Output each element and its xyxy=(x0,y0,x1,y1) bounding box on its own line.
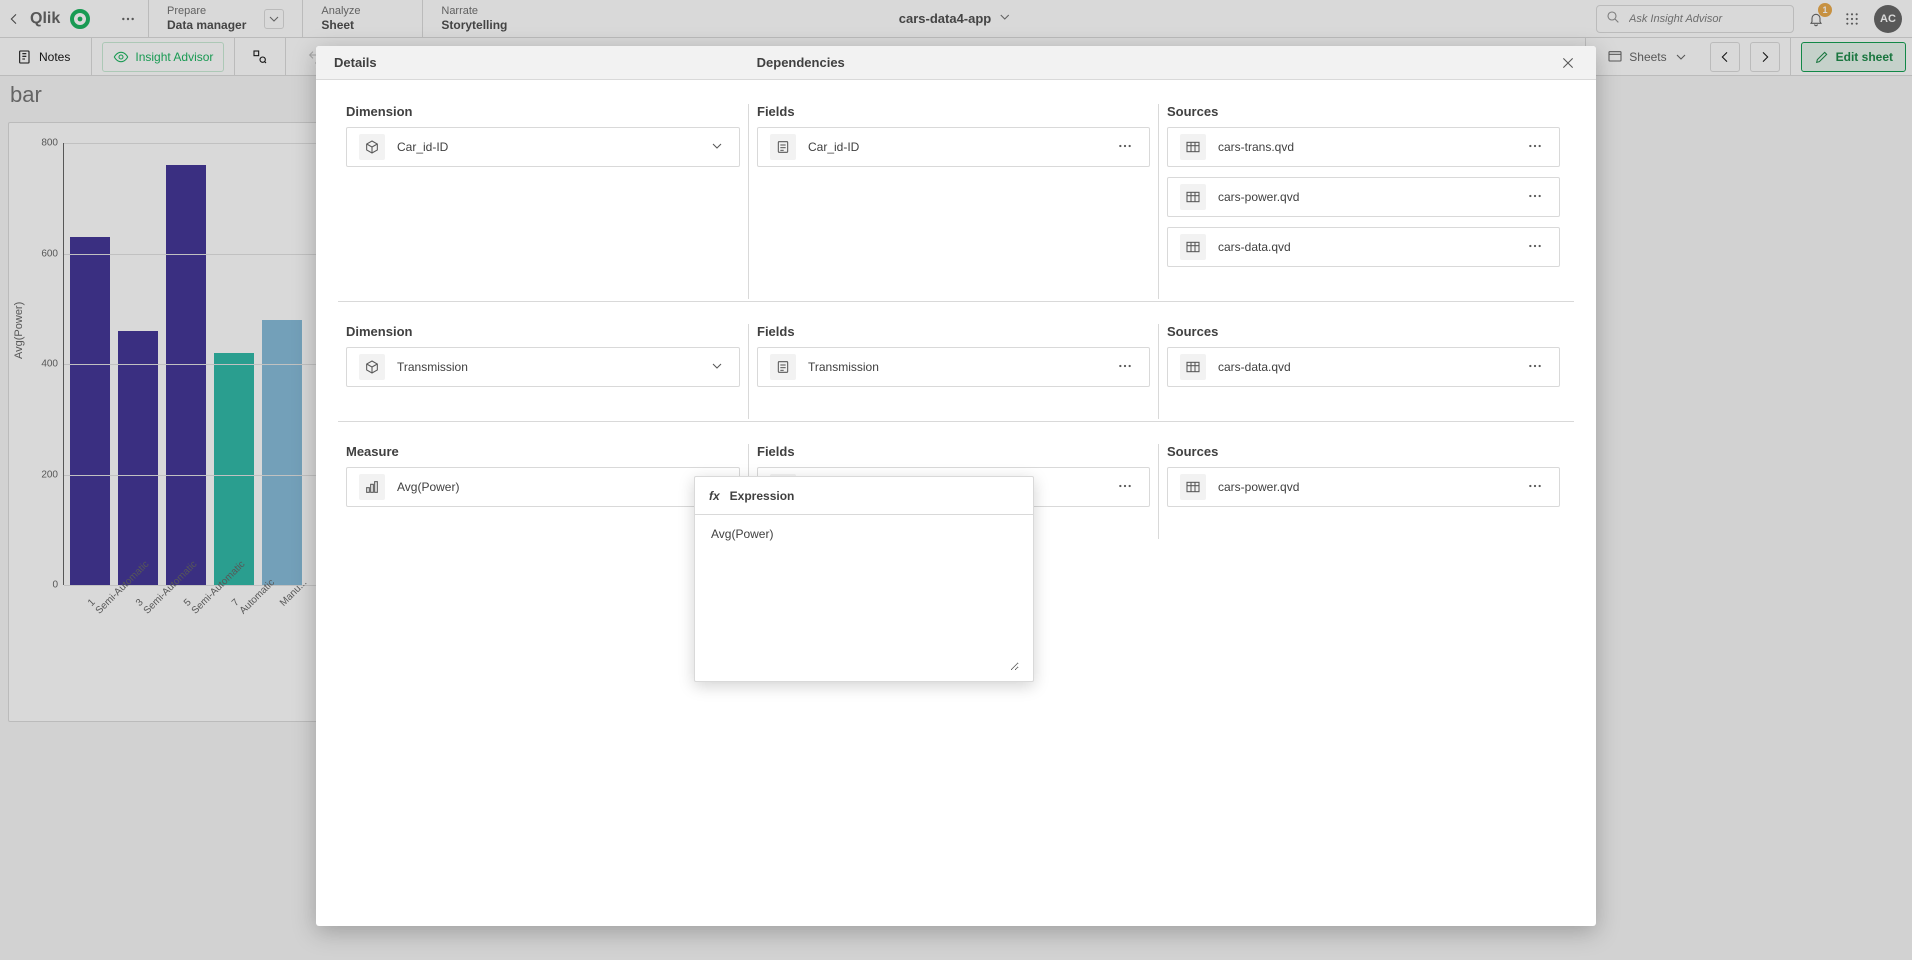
more-horizontal-icon xyxy=(1527,478,1543,494)
modal-title-dependencies: Dependencies xyxy=(757,55,845,70)
source-card-label: cars-data.qvd xyxy=(1218,360,1511,374)
field-card-label: Transmission xyxy=(808,360,1101,374)
modal-close-button[interactable] xyxy=(1558,53,1578,73)
dimension-card-label: Transmission xyxy=(397,360,695,374)
source-card-label: cars-power.qvd xyxy=(1218,480,1511,494)
expression-popover-title: Expression xyxy=(730,489,795,503)
table-icon xyxy=(1180,184,1206,210)
table-icon xyxy=(1180,354,1206,380)
cube-icon xyxy=(359,134,385,160)
row-divider xyxy=(338,301,1574,302)
field-card-label: Car_id-ID xyxy=(808,140,1101,154)
chevron-down-icon xyxy=(709,358,725,374)
source-card[interactable]: cars-power.qvd xyxy=(1167,467,1560,507)
more-horizontal-icon xyxy=(1527,238,1543,254)
dependency-measure-column: Measure Avg(Power) xyxy=(338,444,748,539)
source-card-more[interactable] xyxy=(1523,476,1547,499)
source-card[interactable]: cars-trans.qvd xyxy=(1167,127,1560,167)
more-horizontal-icon xyxy=(1117,138,1133,154)
field-card-more[interactable] xyxy=(1113,356,1137,379)
dependency-dimension-column: Dimension Transmission xyxy=(338,324,748,419)
field-card[interactable]: Transmission xyxy=(757,347,1150,387)
field-icon xyxy=(770,134,796,160)
field-card-more[interactable] xyxy=(1113,476,1137,499)
expression-popover-header: fx Expression xyxy=(695,477,1033,515)
table-icon xyxy=(1180,134,1206,160)
dependency-dimension-column: Dimension Car_id-ID xyxy=(338,104,748,299)
details-modal: Details Dependencies Dimension Car_id-ID xyxy=(316,46,1596,926)
dependency-label-dimension: Dimension xyxy=(346,324,740,339)
source-card-more[interactable] xyxy=(1523,236,1547,259)
field-icon xyxy=(770,354,796,380)
dependency-label-dimension: Dimension xyxy=(346,104,740,119)
measure-card[interactable]: Avg(Power) xyxy=(346,467,740,507)
measure-card-label: Avg(Power) xyxy=(397,480,695,494)
dependency-row: Dimension Transmission Fields Transmissi… xyxy=(338,324,1574,419)
source-card-label: cars-power.qvd xyxy=(1218,190,1511,204)
dependency-label-sources: Sources xyxy=(1167,104,1560,119)
source-card[interactable]: cars-data.qvd xyxy=(1167,347,1560,387)
dependency-sources-column: Sources cars-trans.qvd cars-power.qvd ca… xyxy=(1158,104,1568,299)
table-icon xyxy=(1180,234,1206,260)
expression-popover: fx Expression xyxy=(694,476,1034,682)
fx-icon: fx xyxy=(709,489,720,503)
expression-popover-body xyxy=(695,515,1033,681)
modal-title-details: Details xyxy=(334,55,377,70)
dependency-row: Dimension Car_id-ID Fields xyxy=(338,104,1574,299)
source-card-more[interactable] xyxy=(1523,186,1547,209)
dependency-sources-column: Sources cars-data.qvd xyxy=(1158,324,1568,419)
chevron-down-icon xyxy=(709,138,725,154)
more-horizontal-icon xyxy=(1117,478,1133,494)
cube-icon xyxy=(359,354,385,380)
source-card-label: cars-trans.qvd xyxy=(1218,140,1511,154)
dependency-fields-column: Fields Car_id-ID xyxy=(748,104,1158,299)
source-card-label: cars-data.qvd xyxy=(1218,240,1511,254)
dimension-card[interactable]: Car_id-ID xyxy=(346,127,740,167)
source-card-more[interactable] xyxy=(1523,136,1547,159)
source-card[interactable]: cars-power.qvd xyxy=(1167,177,1560,217)
field-card-more[interactable] xyxy=(1113,136,1137,159)
dependency-label-measure: Measure xyxy=(346,444,740,459)
table-icon xyxy=(1180,474,1206,500)
dimension-card[interactable]: Transmission xyxy=(346,347,740,387)
more-horizontal-icon xyxy=(1117,358,1133,374)
source-card-more[interactable] xyxy=(1523,356,1547,379)
modal-header: Details Dependencies xyxy=(316,46,1596,80)
dependency-label-sources: Sources xyxy=(1167,444,1560,459)
more-horizontal-icon xyxy=(1527,188,1543,204)
dependency-sources-column: Sources cars-power.qvd xyxy=(1158,444,1568,539)
dimension-expand-toggle[interactable] xyxy=(707,356,727,379)
close-icon xyxy=(1560,55,1576,71)
expression-textarea[interactable] xyxy=(709,525,1019,671)
row-divider xyxy=(338,421,1574,422)
dimension-expand-toggle[interactable] xyxy=(707,136,727,159)
source-card[interactable]: cars-data.qvd xyxy=(1167,227,1560,267)
modal-overlay[interactable]: Details Dependencies Dimension Car_id-ID xyxy=(0,0,1912,960)
dependency-label-sources: Sources xyxy=(1167,324,1560,339)
dependency-fields-column: Fields Transmission xyxy=(748,324,1158,419)
dimension-card-label: Car_id-ID xyxy=(397,140,695,154)
more-horizontal-icon xyxy=(1527,358,1543,374)
measure-icon xyxy=(359,474,385,500)
dependency-label-fields: Fields xyxy=(757,104,1150,119)
dependency-row: Measure Avg(Power) Fields Power xyxy=(338,444,1574,539)
field-card[interactable]: Car_id-ID xyxy=(757,127,1150,167)
modal-body: Dimension Car_id-ID Fields xyxy=(316,80,1596,926)
dependency-label-fields: Fields xyxy=(757,324,1150,339)
dependency-label-fields: Fields xyxy=(757,444,1150,459)
more-horizontal-icon xyxy=(1527,138,1543,154)
